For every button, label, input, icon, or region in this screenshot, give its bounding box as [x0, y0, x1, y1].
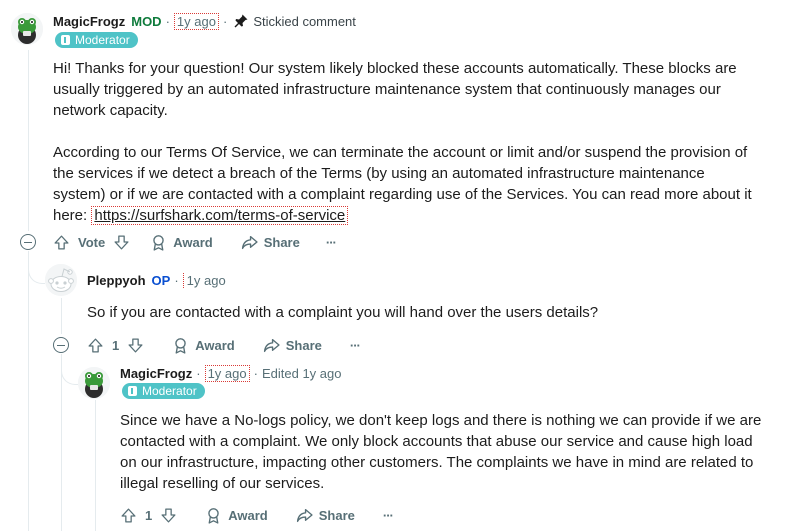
more-button[interactable]: ··· — [349, 337, 361, 353]
mod-tag: MOD — [131, 13, 162, 29]
downvote-icon — [127, 337, 144, 354]
snoo-avatar[interactable] — [45, 264, 77, 296]
frog-avatar[interactable] — [78, 367, 110, 399]
thread-line-reply1 — [61, 298, 62, 334]
vote-count: 1 — [145, 507, 153, 523]
award-label: Award — [228, 507, 268, 523]
share-icon — [263, 337, 280, 354]
text-line: the services if we detect a breach of th… — [53, 165, 705, 182]
award-icon — [205, 507, 222, 524]
comment-paragraph: According to our Terms Of Service, we ca… — [53, 142, 773, 226]
vote-count: 1 — [112, 337, 120, 353]
frog-avatar[interactable] — [11, 13, 43, 45]
award-label: Award — [173, 234, 213, 250]
downvote-icon — [160, 507, 177, 524]
share-button[interactable]: Share — [241, 234, 300, 251]
thread-line-reply2 — [95, 400, 96, 531]
separator-dot: · — [165, 13, 170, 29]
share-label: Share — [318, 507, 355, 523]
stickied-label: Stickied comment — [253, 13, 356, 29]
share-button[interactable]: Share — [296, 507, 355, 524]
link-prefix: here: — [53, 207, 92, 224]
timestamp[interactable]: 1y ago — [204, 364, 250, 382]
flair-text: Moderator — [75, 33, 130, 47]
action-bar: Vote Award Share ··· — [53, 232, 337, 252]
upvote-icon — [87, 337, 104, 354]
award-button[interactable]: Award — [205, 507, 268, 524]
moderator-flair: Moderator — [55, 32, 138, 48]
thread-line-main-lower — [28, 251, 29, 531]
username[interactable]: Pleppyoh — [87, 273, 146, 288]
separator-dot: · — [196, 365, 201, 381]
downvote-icon — [113, 234, 130, 251]
terms-link[interactable]: https://surfshark.com/terms-of-service — [94, 207, 345, 224]
flair-text: Moderator — [142, 384, 197, 398]
comment-paragraph: Hi! Thanks for your question! Our system… — [53, 60, 737, 119]
more-icon: ··· — [349, 337, 361, 353]
award-button[interactable]: Award — [150, 234, 213, 251]
op-tag: OP — [151, 272, 171, 288]
award-button[interactable]: Award — [172, 337, 235, 354]
comment-body: So if you are contacted with a complaint… — [87, 302, 767, 323]
separator-dot: · — [222, 13, 228, 29]
collapse-icon[interactable] — [53, 337, 69, 353]
timestamp[interactable]: 1y ago — [182, 272, 228, 288]
share-button[interactable]: Share — [263, 337, 322, 354]
separator-dot: · — [253, 365, 258, 381]
share-icon — [241, 234, 258, 251]
share-label: Share — [285, 337, 322, 353]
comment-header: MagicFrogz · 1y ago · Edited 1y ago — [120, 364, 341, 382]
comment-header: MagicFrogz MOD · 1y ago · Stickied comme… — [53, 12, 356, 30]
thread-line-reply1-lower — [61, 354, 62, 531]
more-icon: ··· — [382, 507, 394, 523]
pin-icon — [233, 13, 249, 29]
terms-link-box[interactable]: https://surfshark.com/terms-of-service — [91, 206, 349, 225]
comment-body: Since we have a No-logs policy, we don't… — [120, 410, 768, 494]
separator-dot: · — [174, 272, 179, 288]
share-icon — [296, 507, 313, 524]
thread-curve-reply1 — [28, 251, 45, 284]
username[interactable]: MagicFrogz — [120, 366, 192, 381]
award-icon — [150, 234, 167, 251]
upvote-button[interactable] — [87, 337, 104, 354]
flair-icon — [128, 386, 137, 396]
comment-header: Pleppyoh OP · 1y ago — [87, 271, 228, 289]
downvote-button[interactable] — [160, 507, 177, 524]
text-line: system) or if we are contacted with a co… — [53, 186, 752, 203]
comment-paragraph: So if you are contacted with a complaint… — [87, 304, 599, 321]
moderator-flair: Moderator — [122, 383, 205, 399]
more-icon: ··· — [325, 234, 337, 250]
share-label: Share — [263, 234, 300, 250]
edited-label: Edited 1y ago — [261, 365, 342, 381]
award-label: Award — [195, 337, 235, 353]
upvote-icon — [120, 507, 137, 524]
timestamp[interactable]: 1y ago — [173, 12, 219, 30]
comment-paragraph: Since we have a No-logs policy, we don't… — [120, 412, 762, 492]
comment-body: Hi! Thanks for your question! Our system… — [53, 58, 773, 226]
more-button[interactable]: ··· — [382, 507, 394, 523]
text-line: According to our Terms Of Service, we ca… — [53, 144, 748, 161]
action-bar: 1 Award Share ··· — [87, 335, 361, 355]
upvote-icon — [53, 234, 70, 251]
collapse-icon[interactable] — [20, 234, 36, 250]
downvote-button[interactable] — [113, 234, 130, 251]
downvote-button[interactable] — [127, 337, 144, 354]
vote-label: Vote — [78, 234, 106, 250]
action-bar: 1 Award Share ··· — [120, 505, 394, 525]
username[interactable]: MagicFrogz — [53, 14, 125, 29]
upvote-button[interactable] — [53, 234, 70, 251]
award-icon — [172, 337, 189, 354]
flair-icon — [61, 35, 70, 45]
more-button[interactable]: ··· — [325, 234, 337, 250]
upvote-button[interactable] — [120, 507, 137, 524]
thread-curve-reply2 — [61, 354, 78, 385]
thread-line-main — [28, 50, 29, 231]
